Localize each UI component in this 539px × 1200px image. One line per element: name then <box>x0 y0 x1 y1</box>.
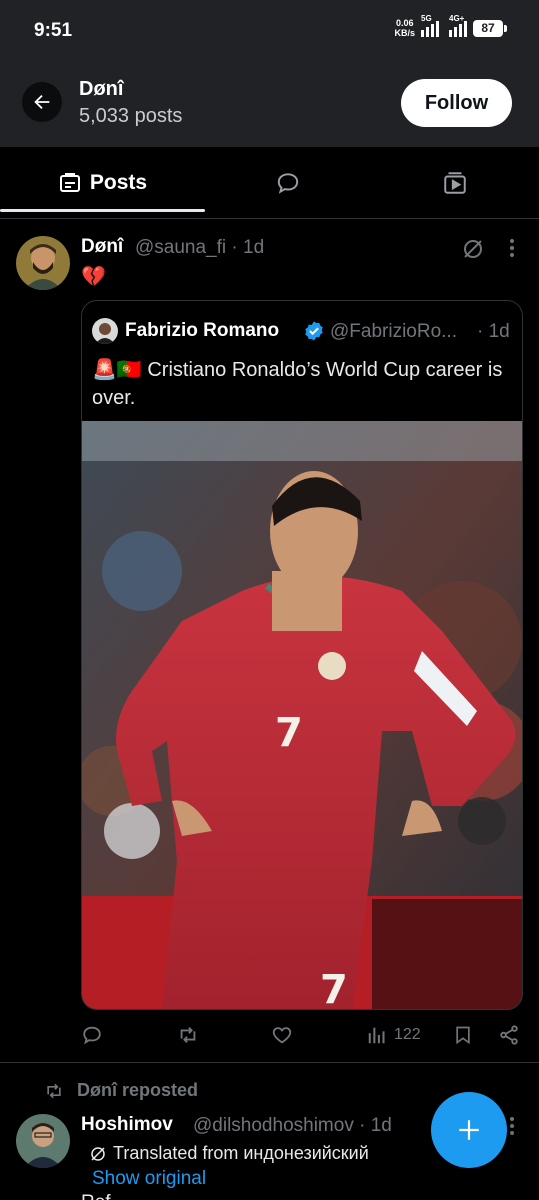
follow-button[interactable]: Follow <box>401 79 512 127</box>
show-original-link[interactable]: Show original <box>92 1168 206 1190</box>
repost-label: Dønî reposted <box>77 1080 199 1100</box>
views-button[interactable]: 122 <box>366 1024 421 1046</box>
quote-photo[interactable]: 7 7 <box>82 421 523 1010</box>
tab-posts[interactable]: Posts <box>0 147 205 219</box>
tab-posts-label: Posts <box>89 171 148 194</box>
compose-button[interactable] <box>431 1092 507 1168</box>
share-icon <box>500 1025 518 1045</box>
more-options-icon[interactable] <box>508 238 516 263</box>
heart-icon <box>272 1027 292 1044</box>
post-author-name[interactable]: Dønî <box>81 236 123 258</box>
post-text: 💔 <box>81 266 106 288</box>
bookmark-button[interactable] <box>453 1024 473 1046</box>
more-options-icon[interactable] <box>508 1116 516 1141</box>
translate-icon <box>91 1146 105 1161</box>
post-actions: 122 <box>0 1018 539 1058</box>
views-icon <box>368 1027 385 1044</box>
translation-notice: Translated from индонезийский <box>89 1143 369 1164</box>
like-button[interactable] <box>271 1024 293 1046</box>
profile-tabs: Posts <box>0 147 539 219</box>
share-button[interactable] <box>498 1024 520 1046</box>
back-button[interactable] <box>22 82 62 122</box>
views-count: 122 <box>394 1026 421 1043</box>
repost-text: Ref... <box>81 1192 126 1200</box>
arrow-left-icon <box>34 94 50 110</box>
plus-icon <box>459 1120 479 1140</box>
replies-icon <box>277 173 299 194</box>
signal-4g-icon: 4G+ <box>449 14 467 37</box>
battery-icon: 87 <box>473 19 507 37</box>
bookmark-icon <box>456 1026 470 1045</box>
repost-indicator[interactable]: Dønî reposted <box>43 1080 198 1101</box>
post-author-avatar[interactable] <box>16 236 70 290</box>
grok-icon[interactable] <box>461 237 485 266</box>
post-count: 5,033 posts <box>79 105 183 127</box>
repost-button[interactable] <box>176 1024 200 1046</box>
post-divider <box>0 1062 539 1063</box>
verified-badge-icon <box>303 320 325 347</box>
svg-text:7: 7 <box>275 710 303 756</box>
profile-header: Dønî 5,033 posts Follow <box>0 62 539 147</box>
clock: 9:51 <box>34 20 73 41</box>
quote-author-avatar <box>92 318 118 344</box>
status-indicators: 0.06 KB/s 5G 4G+ 87 <box>394 14 507 38</box>
network-speed: 0.06 KB/s <box>394 18 415 38</box>
repost-author-avatar[interactable] <box>16 1114 70 1168</box>
posts-icon <box>59 173 80 192</box>
svg-text:7: 7 <box>320 967 348 1010</box>
signal-5g-icon: 5G <box>421 14 439 37</box>
quote-text: 🚨🇵🇹 Cristiano Ronaldo’s World Cup career… <box>92 359 503 409</box>
reply-icon <box>83 1026 101 1045</box>
repost-author-handle: @dilshodhoshimov · 1d <box>193 1115 392 1136</box>
media-icon <box>444 172 466 194</box>
profile-name: Dønî <box>79 78 124 100</box>
quote-author-name: Fabrizio Romano <box>125 320 280 341</box>
reply-button[interactable] <box>81 1024 103 1046</box>
repost-icon <box>47 1083 61 1098</box>
tab-active-indicator <box>0 209 205 212</box>
quoted-post[interactable]: Fabrizio Romano @FabrizioRo... · 1d 🚨🇵🇹 … <box>81 300 523 1010</box>
repost-author-name[interactable]: Hoshimov <box>81 1114 173 1136</box>
quote-timestamp: · 1d <box>477 321 510 342</box>
quote-author-handle: @FabrizioRo... <box>330 321 457 342</box>
tab-media[interactable] <box>371 147 539 219</box>
status-bar: 9:51 0.06 KB/s 5G 4G+ 87 <box>0 0 539 62</box>
post-author-handle: @sauna_fi · 1d <box>135 237 265 258</box>
tab-replies[interactable] <box>205 147 371 219</box>
repost-icon <box>180 1027 196 1043</box>
